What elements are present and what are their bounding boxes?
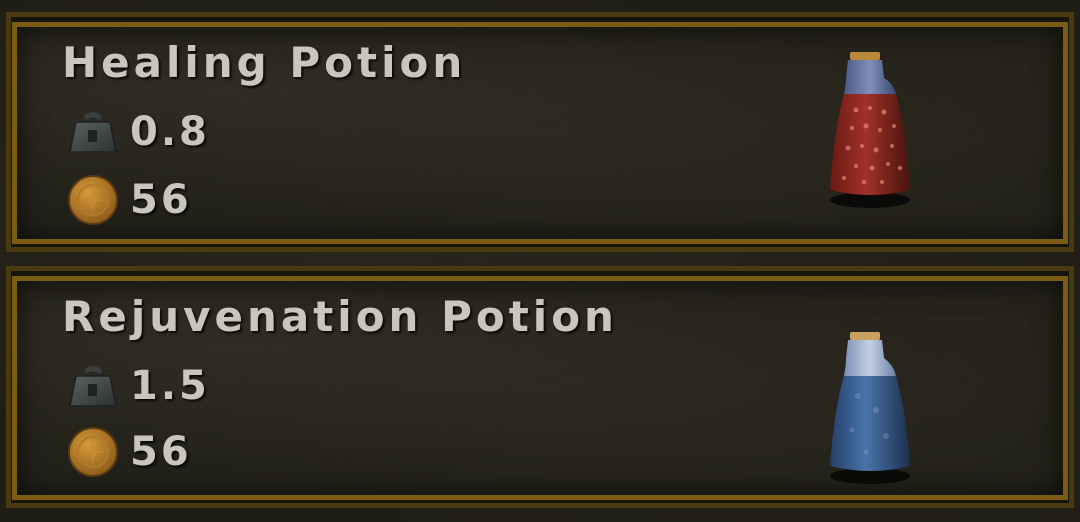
- weight-value: 0.8: [130, 109, 210, 155]
- gold-coin-icon: [68, 427, 118, 477]
- item-tooltip-list: Healing Potion 0.8 56 Rejuvenation Potio…: [0, 0, 1080, 522]
- red-potion-icon: [830, 52, 910, 208]
- gold-value: 56: [130, 429, 192, 475]
- blue-potion-icon: [830, 332, 910, 484]
- item-name: Healing Potion: [62, 38, 467, 87]
- gold-stat: 56: [66, 426, 192, 478]
- item-name: Rejuvenation Potion: [62, 292, 618, 341]
- gold-coin-icon: [68, 175, 118, 225]
- gold-value: 56: [130, 177, 192, 223]
- weight-stat: 0.8: [66, 106, 210, 158]
- weight-icon: [69, 366, 117, 407]
- item-panel-rejuvenation-potion[interactable]: Rejuvenation Potion 1.5 56: [0, 266, 1080, 508]
- weight-stat: 1.5: [66, 360, 210, 412]
- item-panel-healing-potion[interactable]: Healing Potion 0.8 56: [0, 12, 1080, 252]
- weight-value: 1.5: [130, 363, 210, 409]
- gold-stat: 56: [66, 174, 192, 226]
- weight-icon: [69, 112, 117, 153]
